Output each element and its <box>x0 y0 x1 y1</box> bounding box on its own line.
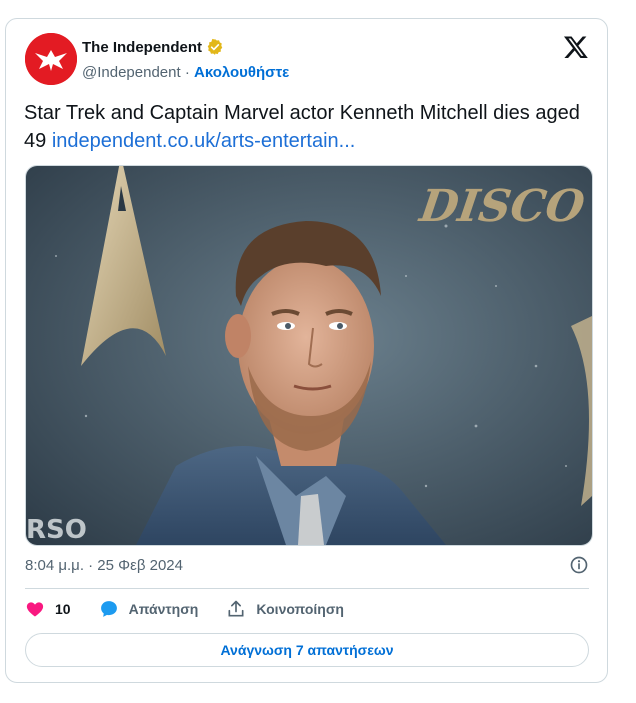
like-button[interactable]: 10 <box>25 599 71 619</box>
reply-label: Απάντηση <box>128 601 199 617</box>
share-icon <box>228 600 244 617</box>
read-replies-button[interactable]: Ανάγνωση 7 απαντήσεων <box>25 633 589 667</box>
heart-icon <box>26 602 44 617</box>
tweet-image[interactable]: DISCO RSO <box>25 165 593 546</box>
info-icon[interactable] <box>569 555 589 575</box>
avatar[interactable] <box>25 33 77 85</box>
svg-text:RSO: RSO <box>26 515 87 545</box>
verified-badge-icon <box>207 38 223 55</box>
x-logo-icon[interactable] <box>563 34 589 60</box>
reply-bubble-icon <box>100 601 117 617</box>
share-button[interactable]: Κοινοποίηση <box>226 599 344 619</box>
actor-photo: DISCO RSO <box>26 166 592 545</box>
share-label: Κοινοποίηση <box>256 601 344 617</box>
eagle-logo-icon <box>25 33 77 85</box>
article-link[interactable]: independent.co.uk/arts-entertain... <box>52 130 356 152</box>
follow-button[interactable]: Ακολουθήστε <box>194 64 289 81</box>
svg-text:DISCO: DISCO <box>415 180 589 232</box>
author-name[interactable]: The Independent <box>82 39 202 56</box>
reply-button[interactable]: Απάντηση <box>99 599 199 619</box>
author-name-row[interactable]: The Independent <box>82 38 224 56</box>
tweet-text: Star Trek and Captain Marvel actor Kenne… <box>24 99 594 155</box>
handle[interactable]: @Independent <box>82 64 181 81</box>
action-bar: 10 Απάντηση Κοινοποίηση <box>25 599 372 619</box>
divider <box>25 588 589 589</box>
read-replies-label: Ανάγνωση 7 απαντήσεων <box>220 642 394 658</box>
like-count: 10 <box>55 601 71 617</box>
tweet-timestamp[interactable]: 8:04 μ.μ. · 25 Φεβ 2024 <box>25 557 183 574</box>
handle-row: @Independent · Ακολουθήστε <box>82 64 289 81</box>
handle-separator: · <box>180 64 194 81</box>
tweet-card: The Independent @Independent · Ακολουθήσ… <box>5 18 608 683</box>
